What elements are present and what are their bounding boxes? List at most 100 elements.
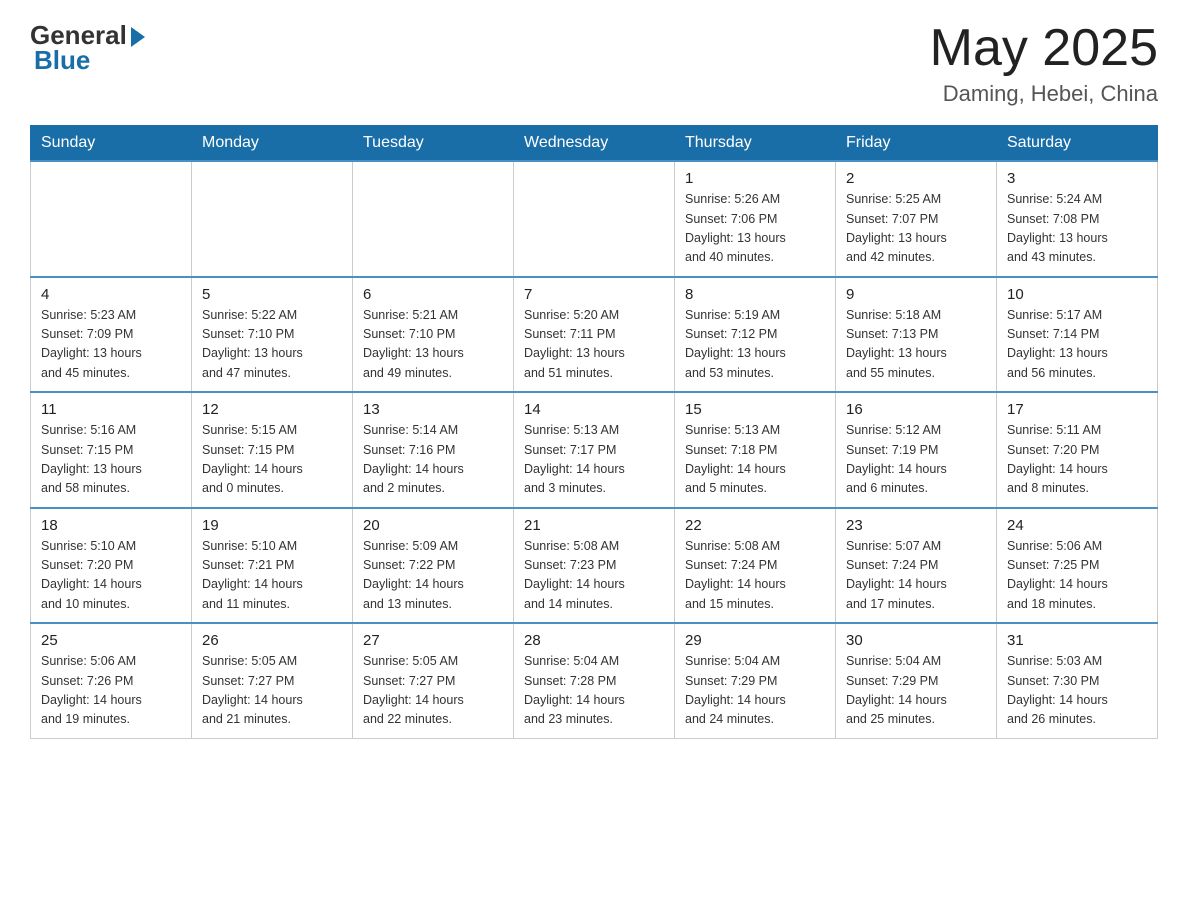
calendar-cell — [192, 161, 353, 277]
calendar-week-row: 11 Sunrise: 5:16 AMSunset: 7:15 PMDayligh… — [31, 392, 1158, 508]
calendar-cell: 20 Sunrise: 5:09 AMSunset: 7:22 PMDayligh… — [353, 508, 514, 624]
calendar-cell: 23 Sunrise: 5:07 AMSunset: 7:24 PMDayligh… — [836, 508, 997, 624]
day-info: Sunrise: 5:03 AMSunset: 7:30 PMDaylight:… — [1007, 652, 1147, 730]
title-section: May 2025 Daming, Hebei, China — [930, 20, 1158, 107]
calendar-cell: 26 Sunrise: 5:05 AMSunset: 7:27 PMDayligh… — [192, 623, 353, 738]
day-info: Sunrise: 5:14 AMSunset: 7:16 PMDaylight:… — [363, 421, 503, 499]
day-info: Sunrise: 5:04 AMSunset: 7:28 PMDaylight:… — [524, 652, 664, 730]
day-number: 25 — [41, 632, 181, 649]
day-info: Sunrise: 5:06 AMSunset: 7:26 PMDaylight:… — [41, 652, 181, 730]
calendar-cell: 7Sunrise: 5:20 AMSunset: 7:11 PMDaylight… — [514, 277, 675, 393]
calendar-week-row: 4Sunrise: 5:23 AMSunset: 7:09 PMDaylight… — [31, 277, 1158, 393]
day-info: Sunrise: 5:05 AMSunset: 7:27 PMDaylight:… — [202, 652, 342, 730]
calendar-cell: 13Sunrise: 5:14 AMSunset: 7:16 PMDayligh… — [353, 392, 514, 508]
day-info: Sunrise: 5:15 AMSunset: 7:15 PMDaylight:… — [202, 421, 342, 499]
calendar-cell: 18 Sunrise: 5:10 AMSunset: 7:20 PMDayligh… — [31, 508, 192, 624]
day-info: Sunrise: 5:22 AMSunset: 7:10 PMDaylight:… — [202, 306, 342, 384]
day-number: 21 — [524, 517, 664, 534]
calendar-day-header: Monday — [192, 126, 353, 162]
calendar-cell: 10 Sunrise: 5:17 AMSunset: 7:14 PMDayligh… — [997, 277, 1158, 393]
calendar-cell: 27Sunrise: 5:05 AMSunset: 7:27 PMDayligh… — [353, 623, 514, 738]
calendar-day-header: Tuesday — [353, 126, 514, 162]
calendar-cell: 28 Sunrise: 5:04 AMSunset: 7:28 PMDayligh… — [514, 623, 675, 738]
calendar-cell: 6Sunrise: 5:21 AMSunset: 7:10 PMDaylight… — [353, 277, 514, 393]
day-info: Sunrise: 5:17 AMSunset: 7:14 PMDaylight:… — [1007, 306, 1147, 384]
day-info: Sunrise: 5:16 AMSunset: 7:15 PMDaylight:… — [41, 421, 181, 499]
logo-triangle-icon — [131, 27, 145, 47]
calendar-table: SundayMondayTuesdayWednesdayThursdayFrid… — [30, 125, 1158, 739]
calendar-cell: 31 Sunrise: 5:03 AMSunset: 7:30 PMDayligh… — [997, 623, 1158, 738]
calendar-cell: 5Sunrise: 5:22 AMSunset: 7:10 PMDaylight… — [192, 277, 353, 393]
calendar-cell: 2Sunrise: 5:25 AMSunset: 7:07 PMDaylight… — [836, 161, 997, 277]
day-info: Sunrise: 5:12 AMSunset: 7:19 PMDaylight:… — [846, 421, 986, 499]
day-number: 3 — [1007, 170, 1147, 187]
day-info: Sunrise: 5:25 AMSunset: 7:07 PMDaylight:… — [846, 190, 986, 268]
day-info: Sunrise: 5:06 AMSunset: 7:25 PMDaylight:… — [1007, 537, 1147, 615]
day-info: Sunrise: 5:21 AMSunset: 7:10 PMDaylight:… — [363, 306, 503, 384]
logo-blue-text: Blue — [34, 45, 90, 76]
day-number: 15 — [685, 401, 825, 418]
calendar-cell: 17 Sunrise: 5:11 AMSunset: 7:20 PMDayligh… — [997, 392, 1158, 508]
day-info: Sunrise: 5:24 AMSunset: 7:08 PMDaylight:… — [1007, 190, 1147, 268]
day-number: 19 — [202, 517, 342, 534]
day-number: 10 — [1007, 286, 1147, 303]
calendar-cell: 11 Sunrise: 5:16 AMSunset: 7:15 PMDayligh… — [31, 392, 192, 508]
logo: General Blue — [30, 20, 145, 76]
day-info: Sunrise: 5:26 AMSunset: 7:06 PMDaylight:… — [685, 190, 825, 268]
day-number: 14 — [524, 401, 664, 418]
day-number: 12 — [202, 401, 342, 418]
day-number: 27 — [363, 632, 503, 649]
day-info: Sunrise: 5:10 AMSunset: 7:20 PMDaylight:… — [41, 537, 181, 615]
calendar-week-row: 1 Sunrise: 5:26 AMSunset: 7:06 PMDaylight… — [31, 161, 1158, 277]
day-number: 24 — [1007, 517, 1147, 534]
calendar-cell: 19Sunrise: 5:10 AMSunset: 7:21 PMDayligh… — [192, 508, 353, 624]
page-header: General Blue May 2025 Daming, Hebei, Chi… — [30, 20, 1158, 107]
calendar-cell: 14 Sunrise: 5:13 AMSunset: 7:17 PMDayligh… — [514, 392, 675, 508]
calendar-day-header: Saturday — [997, 126, 1158, 162]
calendar-cell: 22Sunrise: 5:08 AMSunset: 7:24 PMDayligh… — [675, 508, 836, 624]
day-number: 17 — [1007, 401, 1147, 418]
day-info: Sunrise: 5:07 AMSunset: 7:24 PMDaylight:… — [846, 537, 986, 615]
calendar-cell: 16 Sunrise: 5:12 AMSunset: 7:19 PMDayligh… — [836, 392, 997, 508]
day-info: Sunrise: 5:19 AMSunset: 7:12 PMDaylight:… — [685, 306, 825, 384]
month-year-title: May 2025 — [930, 20, 1158, 77]
day-number: 1 — [685, 170, 825, 187]
calendar-header-row: SundayMondayTuesdayWednesdayThursdayFrid… — [31, 126, 1158, 162]
day-number: 26 — [202, 632, 342, 649]
day-number: 8 — [685, 286, 825, 303]
calendar-cell — [31, 161, 192, 277]
calendar-cell: 25 Sunrise: 5:06 AMSunset: 7:26 PMDayligh… — [31, 623, 192, 738]
day-info: Sunrise: 5:04 AMSunset: 7:29 PMDaylight:… — [846, 652, 986, 730]
location-subtitle: Daming, Hebei, China — [930, 81, 1158, 107]
calendar-week-row: 18 Sunrise: 5:10 AMSunset: 7:20 PMDayligh… — [31, 508, 1158, 624]
day-number: 9 — [846, 286, 986, 303]
day-info: Sunrise: 5:11 AMSunset: 7:20 PMDaylight:… — [1007, 421, 1147, 499]
calendar-day-header: Sunday — [31, 126, 192, 162]
day-number: 29 — [685, 632, 825, 649]
calendar-cell: 30 Sunrise: 5:04 AMSunset: 7:29 PMDayligh… — [836, 623, 997, 738]
day-info: Sunrise: 5:20 AMSunset: 7:11 PMDaylight:… — [524, 306, 664, 384]
calendar-cell: 8 Sunrise: 5:19 AMSunset: 7:12 PMDaylight… — [675, 277, 836, 393]
day-info: Sunrise: 5:09 AMSunset: 7:22 PMDaylight:… — [363, 537, 503, 615]
day-number: 30 — [846, 632, 986, 649]
calendar-cell: 4Sunrise: 5:23 AMSunset: 7:09 PMDaylight… — [31, 277, 192, 393]
calendar-cell: 29 Sunrise: 5:04 AMSunset: 7:29 PMDayligh… — [675, 623, 836, 738]
day-info: Sunrise: 5:13 AMSunset: 7:17 PMDaylight:… — [524, 421, 664, 499]
calendar-cell: 21Sunrise: 5:08 AMSunset: 7:23 PMDayligh… — [514, 508, 675, 624]
day-info: Sunrise: 5:23 AMSunset: 7:09 PMDaylight:… — [41, 306, 181, 384]
day-number: 28 — [524, 632, 664, 649]
day-info: Sunrise: 5:04 AMSunset: 7:29 PMDaylight:… — [685, 652, 825, 730]
calendar-cell: 15Sunrise: 5:13 AMSunset: 7:18 PMDayligh… — [675, 392, 836, 508]
day-number: 16 — [846, 401, 986, 418]
calendar-cell — [353, 161, 514, 277]
day-number: 11 — [41, 401, 181, 418]
day-number: 22 — [685, 517, 825, 534]
calendar-cell: 3 Sunrise: 5:24 AMSunset: 7:08 PMDaylight… — [997, 161, 1158, 277]
day-number: 23 — [846, 517, 986, 534]
day-number: 20 — [363, 517, 503, 534]
day-number: 18 — [41, 517, 181, 534]
calendar-day-header: Friday — [836, 126, 997, 162]
calendar-day-header: Wednesday — [514, 126, 675, 162]
calendar-cell: 12 Sunrise: 5:15 AMSunset: 7:15 PMDayligh… — [192, 392, 353, 508]
day-number: 31 — [1007, 632, 1147, 649]
